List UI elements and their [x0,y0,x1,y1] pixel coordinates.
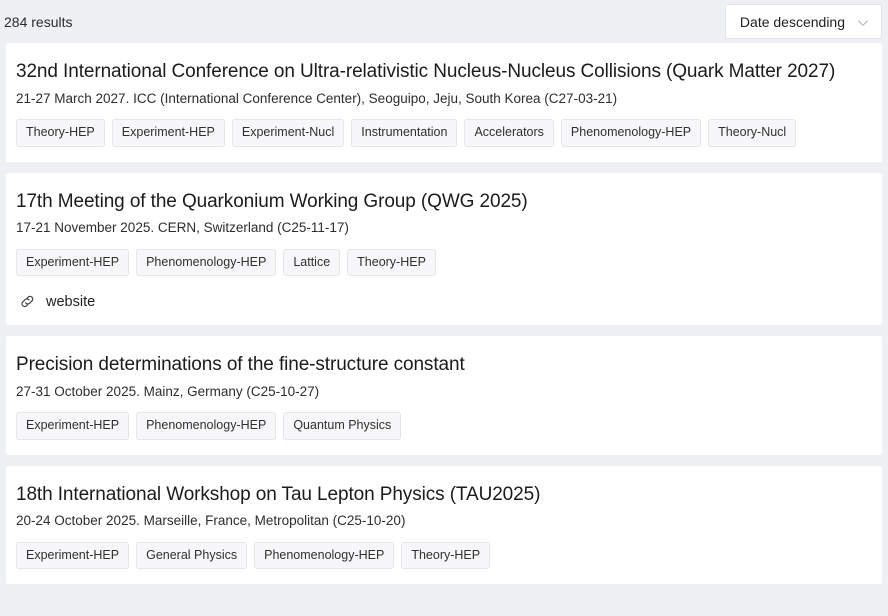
tag-chip[interactable]: Theory-HEP [401,541,491,570]
tag-chip[interactable]: Theory-HEP [347,248,436,277]
result-subtitle: 27-31 October 2025. Mainz, Germany (C25-… [16,383,320,399]
tag-chip[interactable]: Accelerators [464,119,554,147]
tag-chip[interactable]: Theory-Nucl [708,119,797,147]
tag-chip[interactable]: Phenomenology-HEP [136,248,277,277]
tag-chip[interactable]: Lattice [283,248,341,277]
result-card[interactable]: 18th International Workshop on Tau Lepto… [6,465,882,585]
result-card[interactable]: 32nd International Conference on Ultra-r… [6,43,882,162]
result-subtitle: 20-24 October 2025. Marseille, France, M… [16,513,406,529]
chevron-down-icon [857,17,869,29]
tag-row: Theory-HEP Experiment-HEP Experiment-Nucl I… [16,119,868,147]
tag-chip[interactable]: Experiment-Nucl [231,119,345,147]
result-title[interactable]: 32nd International Conference on Ultra-r… [16,57,868,88]
tag-chip[interactable]: Experiment-HEP [111,119,225,147]
tag-chip[interactable]: Quantum Physics [283,412,402,440]
website-link[interactable]: website [16,293,868,310]
tag-chip[interactable]: Experiment-HEP [16,541,130,570]
tag-row: Experiment-HEP Phenomenology-HEP Lattice Th… [16,248,868,277]
results-toolbar: 284 results Date descending [0,0,888,43]
website-link-label[interactable]: website [46,294,95,310]
tag-chip[interactable]: Phenomenology-HEP [254,541,395,570]
tag-chip[interactable]: Instrumentation [351,119,458,147]
result-title[interactable]: 17th Meeting of the Quarkonium Working G… [16,187,868,218]
result-subtitle: 21-27 March 2027. ICC (International Con… [16,90,618,106]
tag-chip[interactable]: Theory-HEP [16,119,105,147]
results-list: 32nd International Conference on Ultra-r… [0,43,888,585]
result-title[interactable]: Precision determinations of the fine-str… [16,350,868,381]
results-count: 284 results [4,13,73,30]
sort-dropdown-value: Date descending [739,13,845,30]
tag-row: Experiment-HEP General Physics Phenomenolo… [16,541,868,570]
tag-chip[interactable]: General Physics [136,541,248,570]
result-card[interactable]: 17th Meeting of the Quarkonium Working G… [6,172,882,326]
result-card[interactable]: Precision determinations of the fine-str… [6,336,882,455]
tag-chip[interactable]: Phenomenology-HEP [136,412,277,440]
result-title[interactable]: 18th International Workshop on Tau Lepto… [16,480,868,511]
link-icon [19,293,36,310]
tag-chip[interactable]: Experiment-HEP [16,248,130,277]
tag-chip[interactable]: Phenomenology-HEP [560,119,702,147]
sort-dropdown[interactable]: Date descending [724,4,882,39]
result-subtitle: 17-21 November 2025. CERN, Switzerland (… [16,220,349,236]
tag-chip[interactable]: Experiment-HEP [16,412,130,440]
tag-row: Experiment-HEP Phenomenology-HEP Quantum P… [16,412,868,440]
